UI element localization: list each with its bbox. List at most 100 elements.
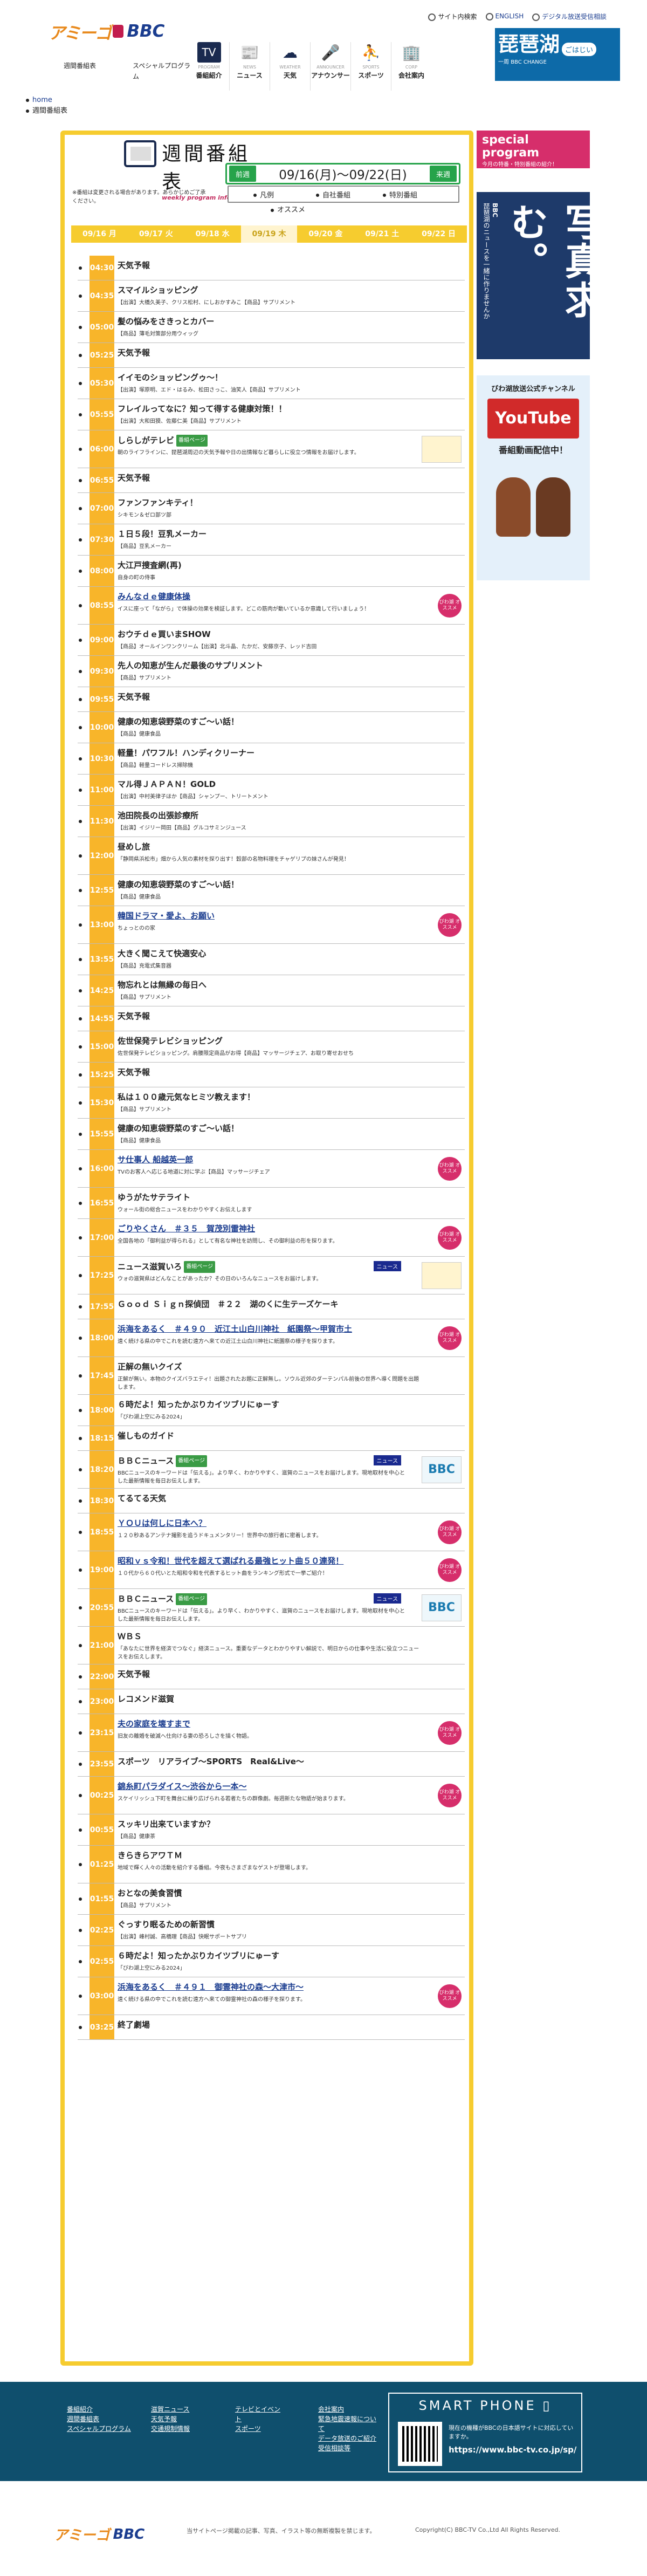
program-row[interactable]: 00:55 スッキリ出来ていますか？ 【商品】健康茶 (78, 1814, 465, 1846)
footer-link[interactable]: 会社案内 (318, 2404, 377, 2414)
program-row[interactable]: 18:30 てるてる天気 (78, 1489, 465, 1513)
program-row[interactable]: 03:00 浜海をあるく ＃４９１ 御霊神社の森〜大津市〜 遠く続ける県の中でこれを… (78, 1977, 465, 2015)
breadcrumb-home[interactable]: home (32, 96, 52, 104)
filter-own[interactable]: 自社番組 (313, 189, 354, 200)
program-row[interactable]: 18:00 ６時だよ！知ったかぶりカイツブリにゅーす 「びわ湖上空にみる2024」 (78, 1395, 465, 1426)
program-row[interactable]: 17:00 ごりやくさん ＃３５ 賀茂別雷神社 全国各地の「御利益が得られる」として… (78, 1219, 465, 1257)
program-title[interactable]: 韓国ドラマ・愛よ、お願い (118, 910, 430, 921)
program-row[interactable]: 16:55 ゆうがたサテライト ウォール街の総合ニュースをわかりやすくお伝えします (78, 1188, 465, 1219)
program-row[interactable]: 05:30 イイモのショッピングゥ〜！ 【出演】塚原明、エド・はるみ、松田さっこ、油… (78, 368, 465, 399)
smartphone-url[interactable]: https://www.bbc-tv.co.jp/sp/ (449, 2444, 578, 2455)
program-row[interactable]: 03:25 終了劇場 (78, 2015, 465, 2040)
program-title[interactable]: 浜海をあるく ＃４９１ 御霊神社の森〜大津市〜 (118, 1982, 430, 1992)
program-row[interactable]: 04:30 天気予報 (78, 256, 465, 280)
footer-link[interactable]: スポーツ (235, 2424, 284, 2434)
footer-link[interactable]: 受信相談等 (318, 2443, 377, 2453)
program-row[interactable]: 09:55 天気予報 (78, 687, 465, 712)
program-title[interactable]: みんなｄｅ健康体操 (118, 591, 430, 602)
program-row[interactable]: 15:55 健康の知恵袋野菜のすご〜い話！ 【商品】健康食品 (78, 1119, 465, 1150)
program-row[interactable]: 05:55 フレイルってなに？知って得する健康対策！！ 【出演】大和田獏、佐藤仁美【… (78, 399, 465, 430)
program-row[interactable]: 19:00 昭和ｖｓ令和！世代を超えて選ばれる最強ヒット曲５０連発！ １０代から６０… (78, 1551, 465, 1589)
nav-item-weather[interactable]: ☁ WEATHER 天気 (270, 42, 310, 91)
nav-item-announcer[interactable]: 🎤 ANNOUNCER アナウンサー (310, 42, 350, 91)
day-tab[interactable]: 09/20 金 (297, 225, 354, 243)
english-label[interactable]: ENGLISH (495, 12, 524, 20)
program-row[interactable]: 15:00 佐世保発テレビショッピング 佐世保発テレビショッピング。肩腰限定商品がお… (78, 1031, 465, 1063)
program-row[interactable]: 23:55 スポーツ リアライブ〜SPORTS Real&Live〜 (78, 1752, 465, 1777)
program-row[interactable]: 09:00 おウチｄｅ買いまSHOW 【商品】オールインワンクリーム【出演】北斗晶、… (78, 625, 465, 656)
program-row[interactable]: 12:55 健康の知恵袋野菜のすご〜い話！ 【商品】健康食品 (78, 875, 465, 906)
site-logo[interactable]: アミーゴ BBC (49, 15, 164, 47)
program-row[interactable]: 13:00 韓国ドラマ・愛よ、お願い ちょっとのの家 びわ湖 オススメ (78, 906, 465, 944)
program-row[interactable]: 07:30 １日５段！豆乳メーカー 【商品】豆乳メーカー (78, 524, 465, 556)
program-row[interactable]: 23:00 レコメンド滋賀 (78, 1689, 465, 1714)
program-row[interactable]: 01:55 おとなの美食習慣 【商品】サプリメント (78, 1883, 465, 1915)
day-tab[interactable]: 09/19 木 (240, 225, 298, 243)
program-row[interactable]: 08:00 大江戸捜査網(再) 自身の町の侍事 (78, 556, 465, 587)
program-title[interactable]: サ仕事人 船越英一郎 (118, 1154, 430, 1165)
program-title[interactable]: 浜海をあるく ＃４９０ 近江土山白川神社 紙園祭〜甲賀市土 (118, 1324, 430, 1334)
next-week-button[interactable]: 来週 (430, 166, 457, 182)
program-row[interactable]: 06:00 しらしがテレビ 番組ページ 朝のライフラインに、琵琶湖周辺の天気予報や日の… (78, 430, 465, 468)
program-row[interactable]: 14:25 物忘れとは無縁の毎日へ 【商品】サプリメント (78, 975, 465, 1006)
footer-link[interactable]: データ放送のご紹介 (318, 2434, 377, 2443)
prev-week-button[interactable]: 前週 (229, 166, 256, 182)
footer-link[interactable]: 緊急地震速報について (318, 2414, 377, 2434)
filter-legend[interactable]: 凡例 (250, 189, 278, 200)
program-row[interactable]: 08:55 みんなｄｅ健康体操 イスに座って「ながら」で体操の効果を検証します。どこ… (78, 587, 465, 625)
program-row[interactable]: 10:30 軽量！パワフル！ハンディクリーナー 【商品】軽量コードレス掃除機 (78, 743, 465, 775)
nav-item-sports[interactable]: ⛹ SPORTS スポーツ (350, 42, 391, 91)
program-row[interactable]: 10:00 健康の知恵袋野菜のすご〜い話！ 【商品】健康食品 (78, 712, 465, 743)
program-row[interactable]: 17:45 正解の無いクイズ 正解が無い。本物のクイズバラエティ！出題されたお題に正… (78, 1357, 465, 1395)
program-row[interactable]: 02:55 ６時だよ！知ったかぶりカイツブリにゅーす 「びわ湖上空にみる2024」 (78, 1946, 465, 1977)
program-row[interactable]: 04:35 スマイルショッピング 【出演】大橋久美子、クリス松村、にしおかすみこ【商… (78, 280, 465, 312)
program-row[interactable]: 22:00 天気予報 (78, 1664, 465, 1689)
program-title[interactable]: ごりやくさん ＃３５ 賀茂別雷神社 (118, 1223, 430, 1234)
program-row[interactable]: 20:55 ＢＢＣニュース 番組ページ BBCニュースのキーワードは「伝える」。より早… (78, 1589, 465, 1627)
filter-special[interactable]: 特別番組 (380, 189, 421, 200)
program-row[interactable]: 18:15 催しものガイド (78, 1426, 465, 1451)
program-row[interactable]: 18:20 ＢＢＣニュース 番組ページ BBCニュースのキーワードは「伝える」。より早… (78, 1451, 465, 1489)
program-row[interactable]: 06:55 天気予報 (78, 468, 465, 493)
program-row[interactable]: 18:00 浜海をあるく ＃４９０ 近江土山白川神社 紙園祭〜甲賀市土 遠く続ける県… (78, 1319, 465, 1357)
program-row[interactable]: 07:00 ファンファンキティ！ シキモン＆ゼロ部ツ部 (78, 493, 465, 524)
footer-link[interactable]: スペシャルプログラム (67, 2424, 131, 2434)
program-row[interactable]: 18:55 ＹＯＵは何しに日本へ？ １２０秒あるアンテナ撮影を追うドキュメンタリー！… (78, 1513, 465, 1551)
program-page-badge[interactable]: 番組ページ (184, 1261, 216, 1273)
program-row[interactable]: 05:00 髪の悩みをさきっとカバー 【商品】薄毛対策部分用ウィッグ (78, 312, 465, 343)
program-row[interactable]: 01:25 きらきらアワＴＭ 地域で輝く人々の活動を紹介する番組。今夜もさまざまなゲ… (78, 1846, 465, 1883)
nav-item-program[interactable]: TV PROGRAM 番組紹介 (189, 42, 229, 91)
program-row[interactable]: 16:00 サ仕事人 船越英一郎 TVのお客人へ応じる地道に対に学ぶ【商品】マッサー… (78, 1150, 465, 1188)
nav-item-news[interactable]: 📰 NEWS ニュース (229, 42, 270, 91)
reception-label[interactable]: デジタル放送受信相談 (542, 13, 607, 20)
special-program-banner[interactable]: special program 今月の特番・特別番組の紹介！ (477, 131, 590, 168)
subnav-special[interactable]: スペシャルプログラム (133, 60, 191, 82)
reception-link[interactable]: デジタル放送受信相談 (532, 12, 607, 21)
program-row[interactable]: 09:30 先人の知恵が生んだ最後のサプリメント 【商品】サプリメント (78, 656, 465, 687)
header-banner[interactable]: 琵琶湖 ごはじい 一周 BBC CHANGE (495, 28, 620, 81)
program-row[interactable]: 12:00 昼めし旅 「静岡県浜松市」畑から人気の素材を探り出す！穀部の名物料理をチ… (78, 837, 465, 875)
subnav-weekly[interactable]: 週間番組表 (64, 60, 122, 82)
program-row[interactable]: 05:25 天気予報 (78, 343, 465, 368)
breadcrumb-item[interactable]: home (25, 95, 67, 106)
program-row[interactable]: 17:25 ニュース滋賀いろ 番組ページ ウォの滋賀県はどんなことがあったか？その日の… (78, 1257, 465, 1294)
program-row[interactable]: 23:15 夫の家庭を壊すまで 旧友の離婚を破滅へ仕向ける妻の恐ろしさを描く物語。 び… (78, 1714, 465, 1752)
program-page-badge[interactable]: 番組ページ (176, 1593, 208, 1605)
program-title[interactable]: 錦糸町パラダイス〜渋谷から一本〜 (118, 1781, 430, 1792)
program-row[interactable]: 15:25 天気予報 (78, 1063, 465, 1087)
day-tab[interactable]: 09/18 水 (184, 225, 241, 243)
program-title[interactable]: ＹＯＵは何しに日本へ？ (118, 1518, 430, 1529)
program-row[interactable]: 02:25 ぐっすり眠るための新習慣 【出演】峰村誠、高橋理【商品】快眠サポートサプ… (78, 1915, 465, 1946)
day-tab[interactable]: 09/17 火 (128, 225, 184, 243)
nav-item-corp[interactable]: 🏢 CORP 会社案内 (391, 42, 431, 91)
photo-banner[interactable]: BBC 琵琶湖のニュースを一緒に作りませんか 写真求む。 (477, 192, 603, 359)
filter-select[interactable]: 凡例 自社番組 特別番組 (228, 186, 459, 203)
program-page-badge[interactable]: 番組ページ (176, 1455, 208, 1467)
footer-link[interactable]: 滋賀ニュース (151, 2404, 190, 2414)
program-title[interactable]: 昭和ｖｓ令和！世代を超えて選ばれる最強ヒット曲５０連発！ (118, 1556, 430, 1566)
program-title[interactable]: 夫の家庭を壊すまで (118, 1718, 430, 1729)
program-row[interactable]: 15:30 私は１００歳元気なヒミツ教えます！ 【商品】サプリメント (78, 1087, 465, 1119)
filter-recommend[interactable]: オススメ (266, 204, 310, 214)
footer-logo[interactable]: アミーゴ BBC (54, 2524, 144, 2544)
program-page-badge[interactable]: 番組ページ (176, 435, 208, 447)
